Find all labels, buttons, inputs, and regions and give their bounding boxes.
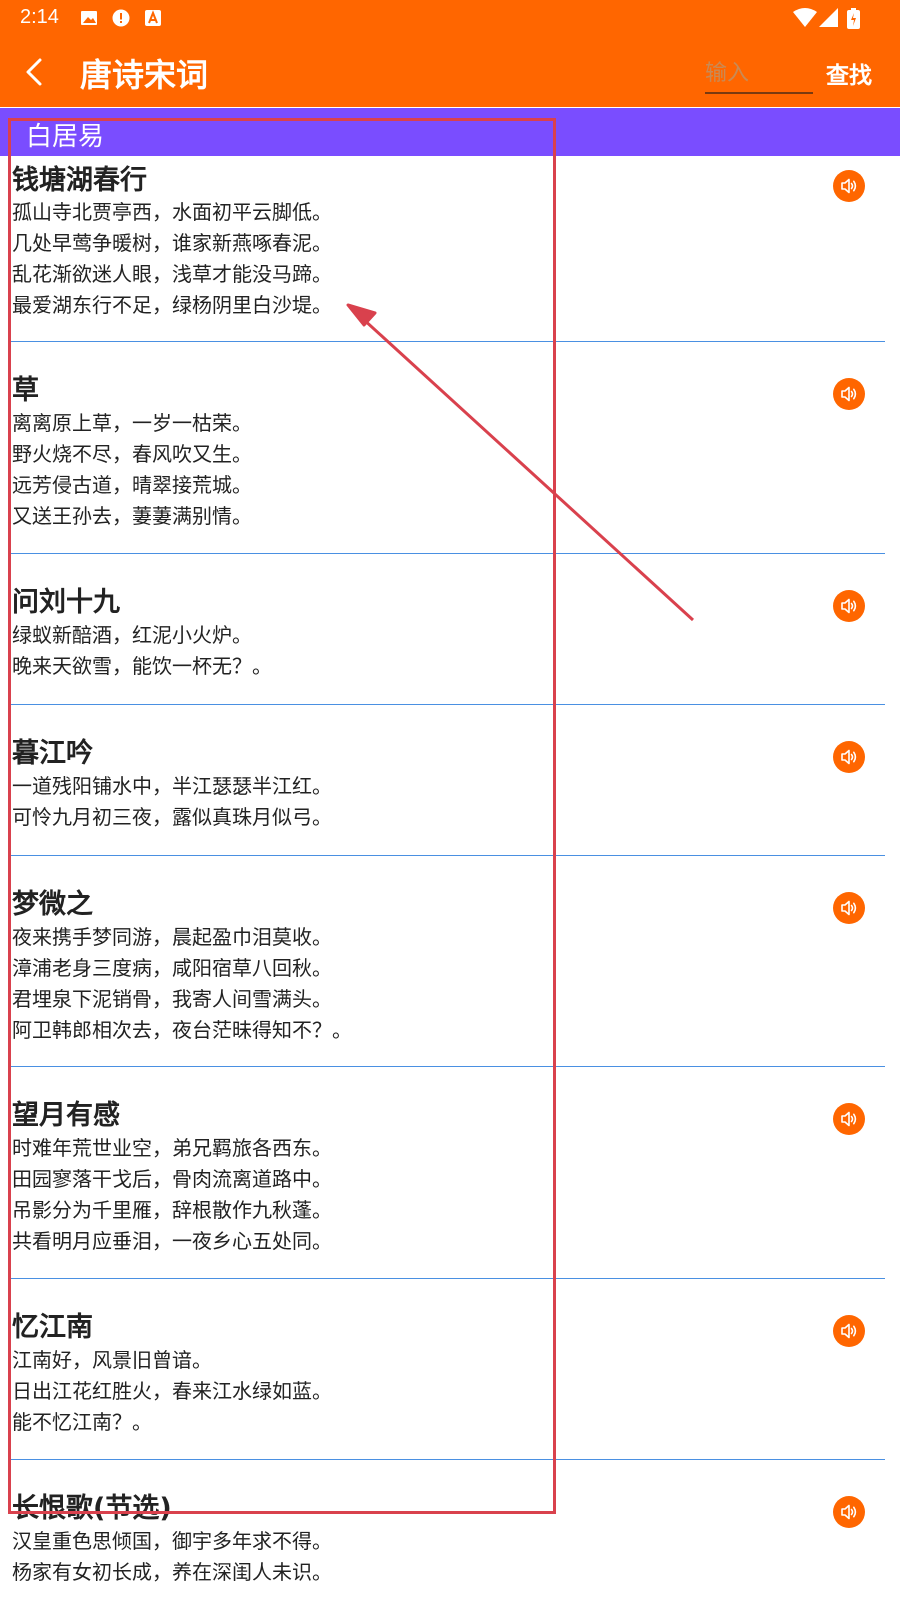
poem-item[interactable]: 暮江吟 一道残阳铺水中，半江瑟瑟半江红。 可怜九月初三夜，露似真珠月似弓。 [8, 705, 885, 856]
speaker-button[interactable] [833, 741, 865, 773]
poem-line: 田园寥落干戈后，骨肉流离道路中。 [12, 1167, 332, 1191]
app-bar: 唐诗宋词 查找 [0, 36, 900, 107]
speaker-icon [841, 749, 857, 765]
poem-title: 钱塘湖春行 [12, 165, 147, 196]
poem-line: 远芳侵古道，晴翠接荒城。 [12, 473, 252, 497]
poem-text: 孤山寺北贾亭西，水面初平云脚低。 几处早莺争暖树，谁家新燕啄春泥。 乱花渐欲迷人… [12, 197, 332, 321]
poem-text: 夜来携手梦同游，晨起盈巾泪莫收。 漳浦老身三度病，咸阳宿草八回秋。 君埋泉下泥销… [12, 922, 352, 1046]
poem-title: 暮江吟 [12, 738, 93, 769]
status-bar: 2:14 [0, 0, 900, 36]
poem-item[interactable]: 钱塘湖春行 孤山寺北贾亭西，水面初平云脚低。 几处早莺争暖树，谁家新燕啄春泥。 … [8, 156, 885, 342]
author-name: 白居易 [26, 122, 105, 152]
poem-line: 孤山寺北贾亭西，水面初平云脚低。 [12, 200, 332, 224]
poem-line: 日出江花红胜火，春来江水绿如蓝。 [12, 1379, 332, 1403]
poem-title: 忆江南 [12, 1312, 93, 1343]
poem-line: 野火烧不尽，春风吹又生。 [12, 442, 252, 466]
speaker-icon [841, 1323, 857, 1339]
poem-text: 离离原上草，一岁一枯荣。 野火烧不尽，春风吹又生。 远芳侵古道，晴翠接荒城。 又… [12, 408, 252, 532]
image-notification-icon [81, 11, 97, 25]
poem-line: 离离原上草，一岁一枯荣。 [12, 411, 252, 435]
poem-line: 绿蚁新醅酒，红泥小火炉。 [12, 623, 252, 647]
poem-item[interactable]: 问刘十九 绿蚁新醅酒，红泥小火炉。 晚来天欲雪，能饮一杯无？。 [8, 554, 885, 705]
poem-line: 一道残阳铺水中，半江瑟瑟半江红。 [12, 774, 332, 798]
poem-line: 可怜九月初三夜，露似真珠月似弓。 [12, 805, 332, 829]
poem-line: 汉皇重色思倾国，御宇多年求不得。 [12, 1529, 332, 1553]
poem-item[interactable]: 梦微之 夜来携手梦同游，晨起盈巾泪莫收。 漳浦老身三度病，咸阳宿草八回秋。 君埋… [8, 856, 885, 1067]
speaker-button[interactable] [833, 590, 865, 622]
poem-line: 阿卫韩郎相次去，夜台茫昧得知不？。 [12, 1018, 352, 1042]
speaker-icon [841, 598, 857, 614]
poem-line: 君埋泉下泥销骨，我寄人间雪满头。 [12, 987, 332, 1011]
poem-text: 江南好，风景旧曾谙。 日出江花红胜火，春来江水绿如蓝。 能不忆江南？。 [12, 1345, 332, 1438]
speaker-icon [841, 1111, 857, 1127]
speaker-icon [841, 178, 857, 194]
speaker-button[interactable] [833, 170, 865, 202]
poem-line: 最爱湖东行不足，绿杨阴里白沙堤。 [12, 293, 332, 317]
speaker-button[interactable] [833, 1315, 865, 1347]
poem-line: 几处早莺争暖树，谁家新燕啄春泥。 [12, 231, 332, 255]
speaker-button[interactable] [833, 1496, 865, 1528]
search-button[interactable]: 查找 [826, 56, 872, 90]
poem-text: 一道残阳铺水中，半江瑟瑟半江红。 可怜九月初三夜，露似真珠月似弓。 [12, 771, 332, 833]
poem-line: 夜来携手梦同游，晨起盈巾泪莫收。 [12, 925, 332, 949]
app-notification-icon [145, 10, 161, 26]
poem-line: 乱花渐欲迷人眼，浅草才能没马蹄。 [12, 262, 332, 286]
speaker-button[interactable] [833, 892, 865, 924]
search-input[interactable] [705, 54, 813, 94]
poem-line: 共看明月应垂泪，一夜乡心五处同。 [12, 1229, 332, 1253]
page-title: 唐诗宋词 [80, 56, 209, 94]
poem-text: 绿蚁新醅酒，红泥小火炉。 晚来天欲雪，能饮一杯无？。 [12, 620, 272, 682]
poem-line: 江南好，风景旧曾谙。 [12, 1348, 212, 1372]
poem-line: 漳浦老身三度病，咸阳宿草八回秋。 [12, 956, 332, 980]
poem-item[interactable]: 草 离离原上草，一岁一枯荣。 野火烧不尽，春风吹又生。 远芳侵古道，晴翠接荒城。… [8, 342, 885, 554]
poem-title: 问刘十九 [12, 587, 120, 618]
poem-line: 晚来天欲雪，能饮一杯无？。 [12, 654, 272, 678]
poem-line: 又送王孙去，萋萋满别情。 [12, 504, 252, 528]
poem-title: 梦微之 [12, 889, 93, 920]
speaker-button[interactable] [833, 1103, 865, 1135]
poem-item[interactable]: 忆江南 江南好，风景旧曾谙。 日出江花红胜火，春来江水绿如蓝。 能不忆江南？。 [8, 1279, 885, 1460]
alert-notification-icon [112, 9, 130, 27]
poem-list: 钱塘湖春行 孤山寺北贾亭西，水面初平云脚低。 几处早莺争暖树，谁家新燕啄春泥。 … [0, 156, 900, 1600]
poem-line: 能不忆江南？。 [12, 1410, 152, 1434]
poem-text: 汉皇重色思倾国，御宇多年求不得。 杨家有女初长成，养在深闺人未识。 [12, 1526, 332, 1588]
signal-icon [819, 8, 838, 27]
poem-title: 草 [12, 375, 39, 406]
poem-text: 时难年荒世业空，弟兄羁旅各西东。 田园寥落干戈后，骨肉流离道路中。 吊影分为千里… [12, 1133, 332, 1257]
speaker-icon [841, 386, 857, 402]
speaker-button[interactable] [833, 378, 865, 410]
poem-line: 吊影分为千里雁，辞根散作九秋蓬。 [12, 1198, 332, 1222]
speaker-icon [841, 1504, 857, 1520]
poem-item[interactable]: 长恨歌(节选) 汉皇重色思倾国，御宇多年求不得。 杨家有女初长成，养在深闺人未识… [8, 1460, 885, 1600]
battery-icon [847, 8, 860, 29]
poem-line: 杨家有女初长成，养在深闺人未识。 [12, 1560, 332, 1584]
wifi-icon [793, 8, 817, 27]
poem-title: 长恨歌(节选) [12, 1493, 172, 1524]
back-arrow-icon[interactable] [16, 52, 56, 92]
poem-item[interactable]: 望月有感 时难年荒世业空，弟兄羁旅各西东。 田园寥落干戈后，骨肉流离道路中。 吊… [8, 1067, 885, 1279]
status-time: 2:14 [20, 6, 59, 28]
author-header: 白居易 [0, 108, 900, 156]
speaker-icon [841, 900, 857, 916]
poem-line: 时难年荒世业空，弟兄羁旅各西东。 [12, 1136, 332, 1160]
poem-title: 望月有感 [12, 1100, 120, 1131]
